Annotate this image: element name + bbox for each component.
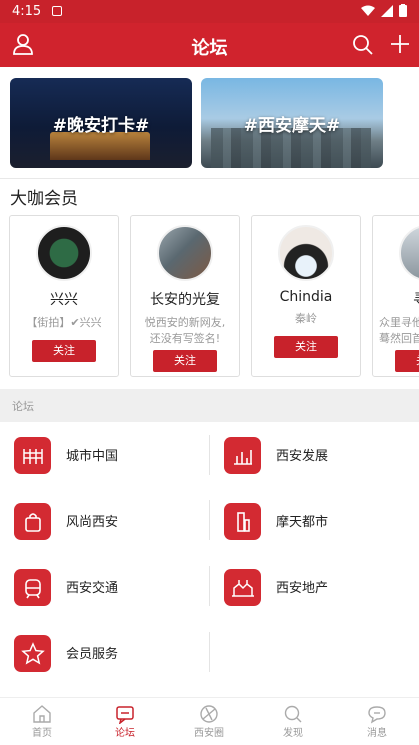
member-cards: 兴兴 【街拍】✔兴兴 关注 长安的光复 悦西安的新网友, 还没有写签名! 关注 … [0, 214, 419, 378]
banner-xian-skyscraper[interactable]: #西安摩天# [201, 78, 383, 168]
car-icon [24, 578, 41, 598]
tab-label: 消息 [367, 728, 387, 739]
tower-icon [236, 511, 250, 532]
banner-carousel: #晚安打卡# #西安摩天# [0, 67, 419, 179]
bag-icon [24, 512, 41, 532]
member-desc: 秦岭 [295, 312, 317, 325]
member-desc: 【街拍】✔兴兴 [26, 316, 102, 329]
follow-button[interactable]: 关注 [32, 340, 96, 362]
divider [0, 178, 419, 179]
building-icon [231, 579, 254, 597]
tab-xian-circle[interactable]: 西安圈 [179, 704, 239, 739]
member-name: 长安的光复 [150, 292, 220, 308]
wifi-icon [361, 5, 375, 16]
circle-icon [200, 705, 218, 723]
tab-discover[interactable]: 发现 [263, 704, 323, 739]
follow-button[interactable]: 关注 [153, 350, 217, 372]
message-icon [368, 706, 386, 724]
forum-item-label: 会员服务 [66, 647, 119, 662]
follow-button[interactable]: 关注 [395, 350, 419, 372]
forum-item-xian-real-estate[interactable]: 西安地产 [224, 559, 419, 615]
forum-item-member-service[interactable]: 会员服务 [14, 625, 214, 681]
avatar [399, 225, 419, 281]
member-name: 兴兴 [50, 292, 78, 308]
add-icon[interactable] [390, 34, 410, 54]
member-name: Chindia [279, 289, 333, 305]
forum-item-label: 西安发展 [276, 449, 329, 464]
signal-icon [381, 4, 393, 17]
forum-item-xian-fashion[interactable]: 风尚西安 [14, 493, 214, 549]
city-icon [22, 448, 43, 464]
member-desc: 悦西安的新网友, 还没有写签名! [144, 316, 226, 345]
member-card[interactable]: 兴兴 【街拍】✔兴兴 关注 [9, 215, 119, 377]
banner-goodnight-checkin[interactable]: #晚安打卡# [10, 78, 192, 168]
forum-item-label: 摩天都市 [276, 515, 329, 530]
system-icons [361, 4, 407, 17]
forum-item-xian-traffic[interactable]: 西安交通 [14, 559, 214, 615]
app-bar: 论坛 [0, 23, 419, 67]
tab-messages[interactable]: 消息 [347, 704, 407, 739]
bottom-tab-bar: 首页 论坛 西安圈 发现 消息 [0, 697, 419, 745]
forum-item-skyscraper-city[interactable]: 摩天都市 [224, 493, 419, 549]
avatar [36, 225, 92, 281]
forum-item-label: 西安地产 [276, 581, 329, 596]
search-icon[interactable] [352, 34, 374, 56]
tab-label: 论坛 [115, 728, 135, 739]
notification-icon [52, 6, 62, 16]
avatar [157, 225, 213, 281]
tab-label: 西安圈 [194, 728, 224, 739]
battery-icon [399, 4, 407, 17]
follow-button[interactable]: 关注 [274, 336, 338, 358]
tab-home[interactable]: 首页 [12, 704, 72, 739]
chart-icon [233, 449, 252, 465]
tab-forum[interactable]: 论坛 [95, 704, 155, 739]
forum-item-xian-development[interactable]: 西安发展 [224, 427, 419, 483]
forum-item-label: 风尚西安 [66, 515, 119, 530]
member-name: 寻他 [373, 289, 419, 309]
banner-label: #晚安打卡# [52, 115, 150, 136]
forum-section-label: 论坛 [12, 400, 34, 413]
home-icon [33, 705, 51, 723]
member-card[interactable]: Chindia 秦岭 关注 [251, 215, 361, 377]
member-desc: 众里寻他 蓦然回首 [379, 316, 419, 345]
forum-item-label: 城市中国 [66, 449, 119, 464]
discover-icon [284, 705, 302, 723]
status-bar: 4:15 [0, 0, 419, 23]
forum-icon [116, 706, 134, 724]
forum-section-header: 论坛 [0, 389, 419, 422]
avatar [278, 225, 334, 281]
member-card[interactable]: 寻他 众里寻他 蓦然回首 关注 [372, 215, 419, 377]
tab-label: 发现 [283, 728, 303, 739]
tab-label: 首页 [32, 728, 52, 739]
forum-item-city-china[interactable]: 城市中国 [14, 427, 214, 483]
banner-label: #西安摩天# [243, 115, 341, 136]
member-card[interactable]: 长安的光复 悦西安的新网友, 还没有写签名! 关注 [130, 215, 240, 377]
star-icon [20, 641, 45, 665]
members-section-title: 大咖会员 [10, 189, 78, 209]
forum-item-label: 西安交通 [66, 581, 119, 596]
status-time: 4:15 [12, 4, 42, 19]
